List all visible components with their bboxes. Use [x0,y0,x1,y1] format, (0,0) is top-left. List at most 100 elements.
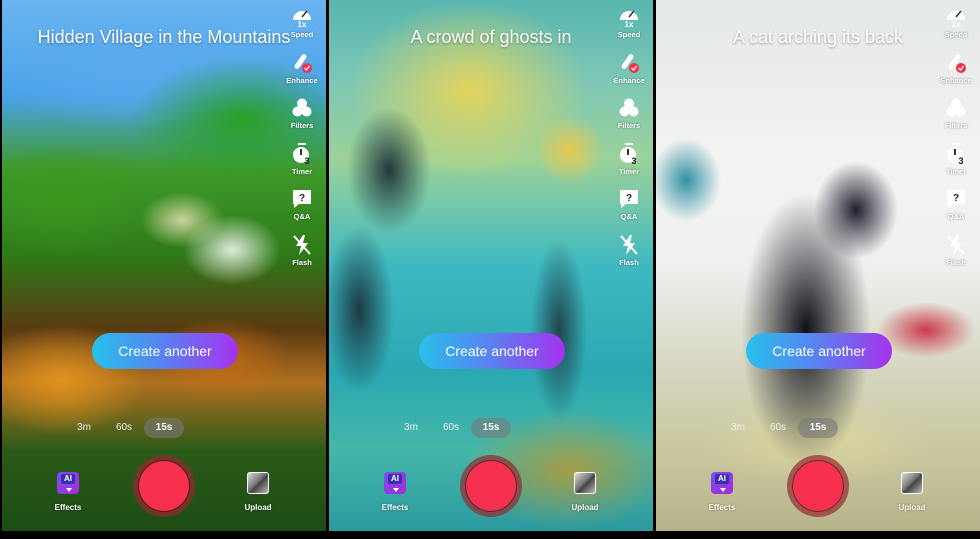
filters-label: Filters [617,121,641,130]
upload-thumbnail [574,472,596,494]
speed-button[interactable]: 1x Speed [617,6,641,52]
flash-off-icon [618,234,640,256]
svg-text:?: ? [626,193,632,204]
timer-label: Timer [618,166,640,176]
filters-button[interactable]: Filters [945,97,967,143]
filters-button[interactable]: Filters [617,97,641,143]
svg-text:1x: 1x [625,20,634,28]
ai-effects-icon: AI [57,472,79,494]
speed-gauge-icon: 1x [945,6,967,29]
upload-button[interactable]: Upload [892,472,932,512]
speed-label: Speed [944,30,968,39]
duration-15s-tab[interactable]: 15s [471,418,511,438]
enhance-label: Enhance [940,75,972,85]
duration-60s-tab[interactable]: 60s [758,418,798,438]
qa-button[interactable]: ? Q&A [945,188,967,234]
speed-label: Speed [617,30,641,39]
upload-label: Upload [898,503,926,512]
prompt-caption: Hidden Village in the Mountains [37,27,291,47]
timer-label: Timer [945,166,967,176]
speed-button[interactable]: 1x Speed [290,6,314,52]
enhance-wand-icon [618,52,640,74]
effects-label: Effects [381,503,409,512]
duration-selector: 3m 60s 15s [64,418,184,438]
timer-button[interactable]: 3 Timer [618,142,640,189]
duration-15s-tab[interactable]: 15s [798,418,838,438]
effects-button[interactable]: AI Effects [702,472,742,512]
upload-button[interactable]: Upload [238,472,278,512]
upload-label: Upload [571,503,599,512]
flash-button[interactable]: Flash [945,234,967,280]
ai-effects-icon: AI [384,472,406,494]
upload-button[interactable]: Upload [565,472,605,512]
camera-screen-cat: A cat arching its back Flip 1x Speed Enh… [656,0,980,531]
svg-text:3: 3 [958,156,963,165]
record-button[interactable] [460,455,522,517]
upload-thumbnail [247,472,269,494]
upload-label: Upload [244,503,272,512]
flash-label: Flash [946,257,966,267]
svg-text:1x: 1x [298,20,307,28]
duration-3m-tab[interactable]: 3m [718,418,758,438]
svg-text:3: 3 [631,156,636,165]
qa-bubble-icon: ? [945,188,967,210]
qa-bubble-icon: ? [291,188,313,210]
create-another-button[interactable]: Create another [746,333,892,369]
effects-button[interactable]: AI Effects [48,472,88,512]
duration-60s-tab[interactable]: 60s [431,418,471,438]
duration-15s-tab[interactable]: 15s [144,418,184,438]
flash-off-icon [945,234,967,256]
create-another-button[interactable]: Create another [92,333,238,369]
filters-icon [945,97,967,119]
speed-button[interactable]: 1x Speed [944,6,968,52]
record-button[interactable] [787,455,849,517]
record-button[interactable] [133,455,195,517]
ai-effects-icon: AI [711,472,733,494]
filters-label: Filters [290,121,314,130]
prompt-caption: A cat arching its back [732,27,904,47]
enhance-button[interactable]: Enhance [940,52,972,98]
filters-icon [618,97,640,119]
camera-toolbar: Flip 1x Speed Enhance Filters 3 Timer [280,0,324,279]
camera-preview-image [656,0,980,531]
timer-button[interactable]: 3 Timer [291,142,313,189]
effects-label: Effects [54,503,82,512]
camera-screen-ghosts: A crowd of ghosts in Flip 1x Speed Enhan… [329,0,653,531]
camera-screen-village: Hidden Village in the Mountains Flip 1x … [2,0,326,531]
flash-off-icon [291,234,313,256]
duration-3m-tab[interactable]: 3m [391,418,431,438]
timer-label: Timer [291,166,313,176]
svg-text:3: 3 [304,156,309,165]
flash-button[interactable]: Flash [618,234,640,280]
qa-label: Q&A [947,212,965,221]
effects-button[interactable]: AI Effects [375,472,415,512]
flash-label: Flash [292,257,312,267]
svg-text:1x: 1x [952,20,961,28]
enhance-button[interactable]: Enhance [613,52,645,98]
enhance-wand-icon [291,52,313,74]
upload-thumbnail [901,472,923,494]
camera-toolbar: Flip 1x Speed Enhance Filters 3 Timer [934,0,978,279]
filters-icon [291,97,313,119]
enhance-wand-icon [945,52,967,74]
enhance-button[interactable]: Enhance [286,52,318,98]
duration-60s-tab[interactable]: 60s [104,418,144,438]
camera-preview-image [2,0,326,531]
svg-text:?: ? [299,193,305,204]
qa-button[interactable]: ? Q&A [291,188,313,234]
speed-label: Speed [290,30,314,39]
timer-icon: 3 [291,142,313,166]
filters-button[interactable]: Filters [290,97,314,143]
camera-toolbar: Flip 1x Speed Enhance Filters 3 Timer [607,0,651,279]
create-another-button[interactable]: Create another [419,333,565,369]
timer-button[interactable]: 3 Timer [945,142,967,189]
prompt-caption: A crowd of ghosts in [410,27,572,47]
qa-button[interactable]: ? Q&A [618,188,640,234]
timer-icon: 3 [618,142,640,166]
speed-gauge-icon: 1x [291,6,313,29]
qa-bubble-icon: ? [618,188,640,210]
enhance-label: Enhance [613,75,645,85]
flash-button[interactable]: Flash [291,234,313,280]
duration-3m-tab[interactable]: 3m [64,418,104,438]
speed-gauge-icon: 1x [618,6,640,29]
